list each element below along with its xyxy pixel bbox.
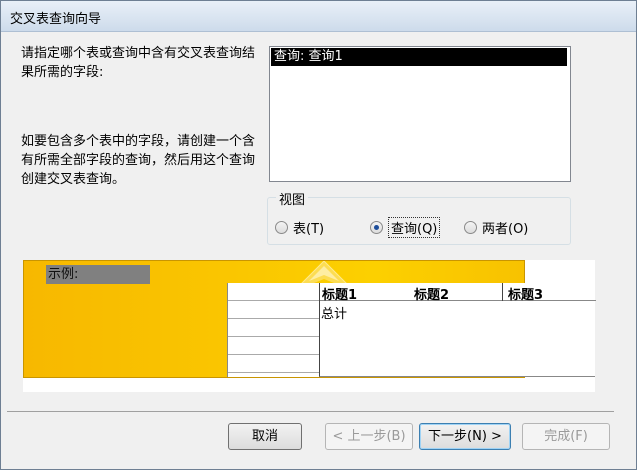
example-title: 示例: <box>46 265 150 284</box>
view-group: 视图 表(T) 查询(Q) 两者(O) <box>267 189 571 245</box>
back-button[interactable]: < 上一步(B) <box>325 423 413 450</box>
column-header: 标题2 <box>414 288 450 303</box>
title-bar: 交叉表查询向导 <box>1 1 636 32</box>
list-item[interactable]: 查询: 查询1 <box>271 48 567 66</box>
example-header-row: 标题1 标题2 标题3 <box>320 283 596 303</box>
total-label: 总计 <box>321 307 348 322</box>
radio-selected-icon <box>370 220 383 234</box>
radio-both[interactable]: 两者(O) <box>464 218 529 237</box>
example-row-headers <box>227 283 319 377</box>
source-listbox[interactable]: 查询: 查询1 <box>269 46 571 182</box>
example-preview: 示例: 标题1 标题2 标题3 总计 <box>23 260 596 392</box>
example-grid: 标题1 标题2 标题3 总计 <box>319 283 596 377</box>
radio-query[interactable]: 查询(Q) <box>370 216 441 238</box>
radio-label: 两者(O) <box>482 221 529 237</box>
radio-unselected-icon <box>275 220 288 234</box>
table-row <box>228 355 319 373</box>
radio-label: 表(T) <box>293 221 325 237</box>
radio-unselected-icon <box>464 220 477 234</box>
next-button[interactable]: 下一步(N) > <box>419 423 511 450</box>
divider <box>7 411 614 412</box>
radio-label: 查询(Q) <box>388 216 441 238</box>
table-row <box>228 301 319 319</box>
hint-text: 如要包含多个表中的字段，请创建一个含有所需全部字段的查询，然后用这个查询创建交叉… <box>21 134 256 187</box>
instruction-text: 请指定哪个表或查询中含有交叉表查询结果所需的字段: <box>21 46 256 80</box>
table-row <box>228 337 319 355</box>
cancel-button[interactable]: 取消 <box>228 423 302 450</box>
wizard-window: 交叉表查询向导 请指定哪个表或查询中含有交叉表查询结果所需的字段: 如要包含多个… <box>0 0 637 470</box>
column-separator <box>502 283 503 301</box>
table-row <box>228 283 319 301</box>
window-title: 交叉表查询向导 <box>10 12 102 27</box>
column-header: 标题1 <box>322 288 358 303</box>
column-header: 标题3 <box>508 288 544 303</box>
view-legend: 视图 <box>276 189 309 208</box>
wizard-body: 请指定哪个表或查询中含有交叉表查询结果所需的字段: 如要包含多个表中的字段，请创… <box>7 32 630 463</box>
finish-button[interactable]: 完成(F) <box>522 423 610 450</box>
table-row <box>228 319 319 337</box>
radio-table[interactable]: 表(T) <box>275 218 325 237</box>
